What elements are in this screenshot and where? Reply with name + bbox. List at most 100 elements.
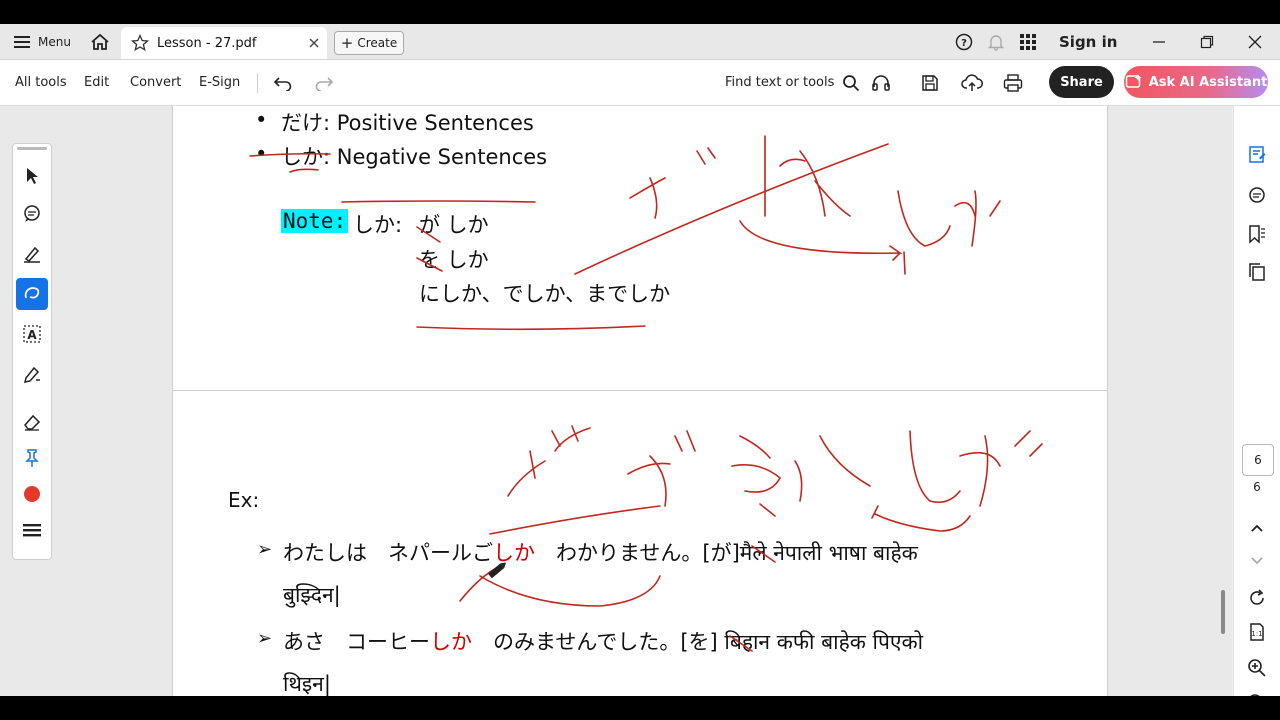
example-1-jp-end: わかりません。[ — [535, 541, 711, 565]
close-window-button[interactable] — [1232, 24, 1278, 59]
esign-menu[interactable]: E-Sign — [199, 60, 240, 105]
example-2-jp-end: のみませんでした。[ — [472, 630, 689, 654]
zoom-out-button[interactable] — [1245, 691, 1269, 696]
find-tools-button[interactable]: Find text or tools — [725, 60, 860, 105]
restore-button[interactable] — [1184, 24, 1230, 59]
right-rail: 6 6 1:1 — [1233, 106, 1280, 696]
sign-in-button[interactable]: Sign in — [1059, 24, 1117, 59]
eraser-tool[interactable] — [16, 406, 48, 438]
all-tools-menu[interactable]: All tools — [15, 60, 67, 105]
pin-tool[interactable] — [16, 442, 48, 474]
document-tab[interactable]: Lesson - 27.pdf — [121, 27, 327, 59]
svg-text:1:1: 1:1 — [1251, 630, 1262, 638]
pen-sign-icon — [23, 366, 40, 383]
edit-menu[interactable]: Edit — [84, 60, 109, 105]
cloud-upload-icon — [961, 73, 983, 91]
bullet1-text: : Positive Sentences — [323, 111, 534, 135]
star-icon[interactable] — [131, 34, 149, 52]
text-box-tool[interactable]: A — [16, 318, 48, 350]
save-button[interactable] — [921, 60, 939, 105]
note-line-wo-shika: を しか — [419, 248, 489, 272]
example-1-jp: わたしは ネパールご — [283, 541, 493, 565]
hamburger-icon — [14, 35, 30, 48]
fill-sign-tool[interactable] — [16, 358, 48, 390]
ai-assistant-button[interactable]: Ask AI Assistant — [1124, 66, 1268, 98]
arrow-bullet: ➢ — [257, 628, 273, 649]
cursor-arrow-icon — [27, 168, 38, 184]
zoom-out-icon — [1250, 694, 1260, 696]
example-2-nepali: ] बिहान कफी बाहेक पिएको — [709, 630, 924, 654]
pdf-page-2: Ex: ➢ わたしは ネパールごしか わかりません。[が]मैले नेपाली… — [172, 390, 1108, 696]
color-picker[interactable] — [16, 478, 48, 510]
find-label: Find text or tools — [725, 75, 835, 90]
save-icon — [922, 74, 938, 91]
undo-button[interactable] — [273, 60, 293, 105]
pages-panel-button[interactable] — [1245, 260, 1269, 284]
menu-label: Menu — [38, 34, 71, 49]
printer-icon — [1003, 73, 1023, 92]
redo-button[interactable] — [314, 60, 334, 105]
ai-label: Ask AI Assistant — [1148, 74, 1268, 90]
example-2: あさ コーヒーしか のみませんでした。[を] बिहान कफी बाहेक प… — [283, 626, 923, 656]
home-icon — [91, 33, 109, 50]
minimize-icon — [1153, 40, 1165, 43]
close-tab-icon[interactable] — [309, 38, 319, 48]
example-2-shika: しか — [430, 630, 472, 654]
select-tool[interactable] — [16, 160, 48, 192]
close-icon — [1248, 35, 1262, 48]
tab-title: Lesson - 27.pdf — [157, 35, 257, 51]
create-button[interactable]: + Create — [334, 31, 404, 55]
title-bar: Menu Lesson - 27.pdf + Create ? Sign in — [0, 24, 1280, 60]
app-window: Menu Lesson - 27.pdf + Create ? Sign in — [0, 24, 1280, 696]
bell-icon — [987, 34, 1005, 51]
read-aloud-button[interactable] — [871, 60, 891, 105]
previous-page-button[interactable] — [1245, 516, 1269, 540]
current-page-input[interactable]: 6 — [1242, 444, 1274, 476]
help-button[interactable]: ? — [955, 24, 973, 59]
home-button[interactable] — [90, 24, 110, 59]
apps-button[interactable] — [1019, 24, 1037, 59]
zoom-in-icon — [1248, 659, 1266, 677]
drag-handle[interactable] — [17, 147, 47, 150]
document-viewport[interactable]: • だけ: Positive Sentences • しか: Negative … — [0, 106, 1232, 696]
copy-pages-icon — [1249, 263, 1265, 281]
color-swatch-icon — [24, 486, 40, 502]
draw-freeform-tool[interactable] — [16, 278, 48, 310]
create-label: Create — [357, 36, 398, 50]
comments-panel-button[interactable] — [1245, 184, 1269, 208]
example-2-jp: あさ コーヒー — [283, 630, 430, 654]
rotate-icon — [1250, 589, 1264, 605]
zoom-in-button[interactable] — [1245, 656, 1269, 680]
highlight-tool[interactable] — [16, 238, 48, 270]
rotate-button[interactable] — [1245, 586, 1269, 610]
bullet2-text: : Negative Sentences — [323, 145, 548, 169]
convert-menu[interactable]: Convert — [130, 60, 181, 105]
main-toolbar: All tools Edit Convert E-Sign Find text … — [0, 60, 1280, 106]
minimize-button[interactable] — [1136, 24, 1182, 59]
bullet-item-shika: しか: Negative Sentences — [281, 141, 547, 171]
print-button[interactable] — [1003, 60, 1023, 105]
chevron-up-icon — [1251, 524, 1263, 532]
bookmarks-panel-button[interactable] — [1245, 222, 1269, 246]
upload-button[interactable] — [961, 60, 983, 105]
menu-button[interactable]: Menu — [14, 24, 71, 59]
text-box-icon: A — [23, 325, 41, 343]
notifications-button[interactable] — [987, 24, 1005, 59]
comment-tool[interactable] — [16, 198, 48, 230]
example-label: Ex: — [228, 488, 260, 512]
example-2-particle: を — [688, 630, 710, 654]
example-2-nepali-cont: थिइन| — [283, 672, 331, 696]
bookmark-icon — [1249, 225, 1265, 244]
bullet2-jp: しか — [281, 145, 323, 169]
line-weight-tool[interactable] — [16, 514, 48, 546]
example-1-nepali-cont: बुझ्दिन| — [283, 583, 341, 607]
share-button[interactable]: Share — [1049, 66, 1114, 98]
edit-pdf-panel-button[interactable] — [1245, 142, 1269, 166]
undo-icon — [273, 76, 292, 91]
restore-icon — [1200, 35, 1214, 48]
next-page-button[interactable] — [1245, 549, 1269, 573]
fit-page-button[interactable]: 1:1 — [1245, 620, 1269, 644]
vertical-scrollbar[interactable] — [1221, 590, 1225, 634]
actual-size-icon: 1:1 — [1250, 623, 1264, 641]
freeform-draw-icon — [24, 287, 40, 299]
